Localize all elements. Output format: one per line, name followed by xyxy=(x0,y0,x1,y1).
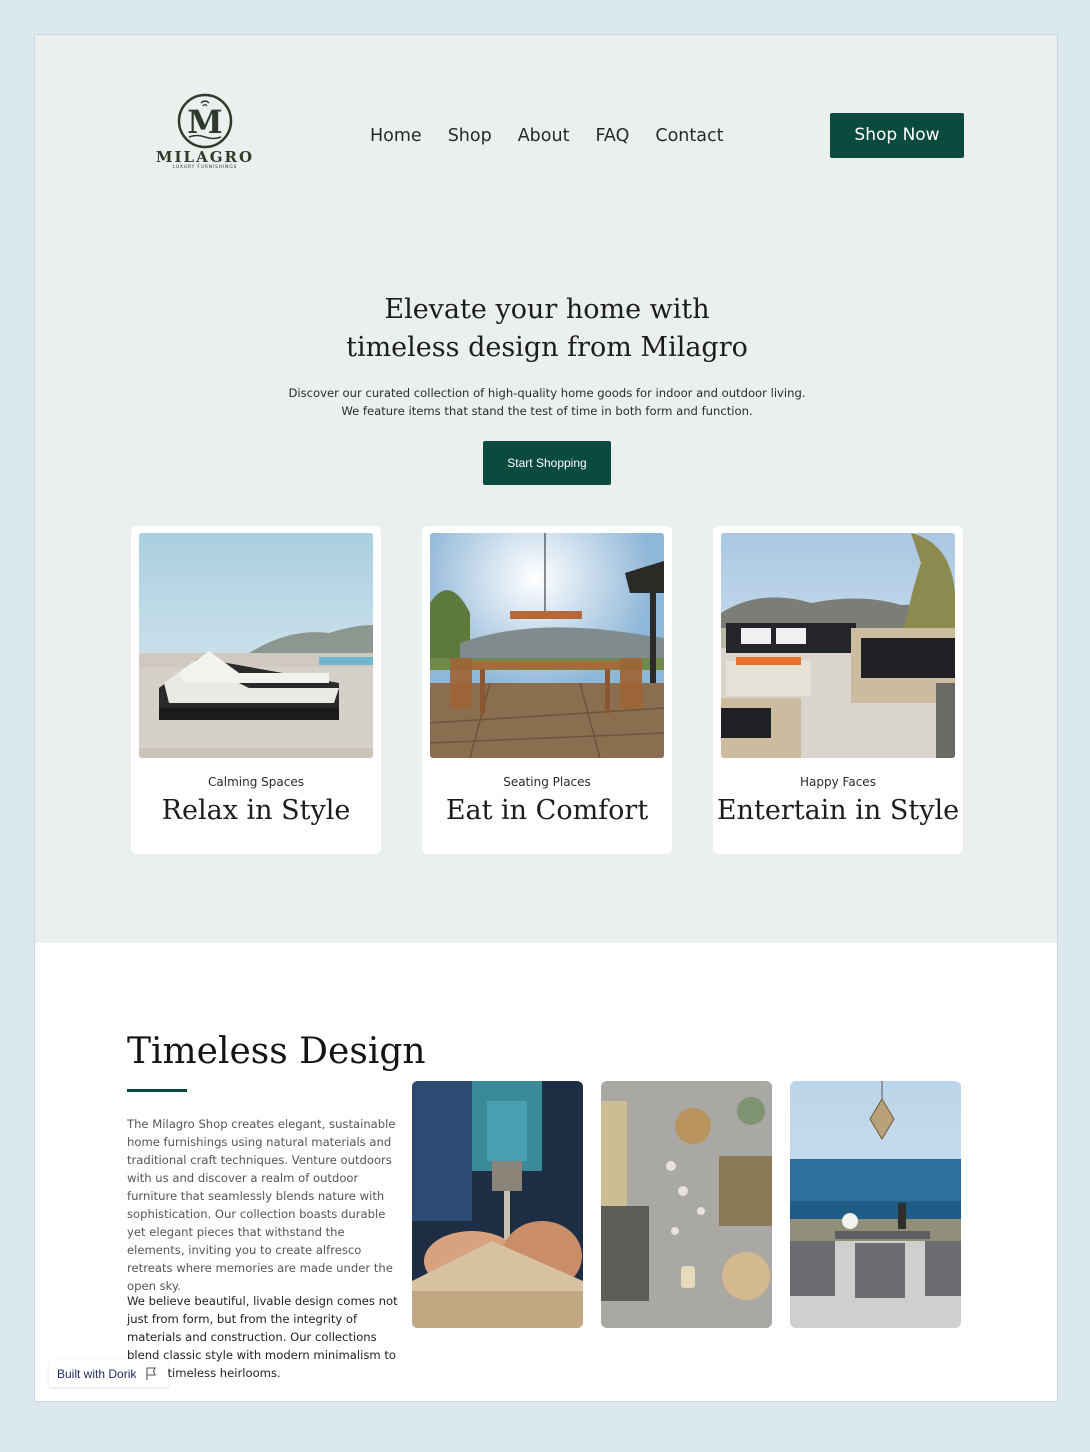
shop-now-button[interactable]: Shop Now xyxy=(830,113,964,158)
hero-subtitle-line2: We feature items that stand the test of … xyxy=(341,404,753,418)
woodworking-drill-photo xyxy=(412,1081,583,1328)
hero-subtitle-line1: Discover our curated collection of high-… xyxy=(288,386,806,400)
nav-about[interactable]: About xyxy=(518,123,570,149)
card-title: Eat in Comfort xyxy=(445,795,649,826)
card-relax[interactable]: Calming Spaces Relax in Style xyxy=(131,526,381,854)
material-samples-image xyxy=(601,1081,772,1328)
hero-section: M MILAGRO LUXURY FURNISHINGS Home Shop A… xyxy=(35,35,1057,943)
nav-contact[interactable]: Contact xyxy=(655,123,723,149)
card-eyebrow: Calming Spaces xyxy=(208,775,304,789)
material-samples-photo xyxy=(601,1081,772,1328)
brand-name: MILAGRO xyxy=(155,148,255,166)
brand-logo[interactable]: M MILAGRO LUXURY FURNISHINGS xyxy=(155,93,255,177)
timeless-paragraph-1: The Milagro Shop creates elegant, sustai… xyxy=(127,1117,396,1293)
card-entertain[interactable]: Happy Faces Entertain in Style xyxy=(713,526,963,854)
built-with-dorik-badge[interactable]: Built with Dorik xyxy=(49,1360,168,1387)
outdoor-dining-image xyxy=(430,533,664,758)
poolside-loungers-photo xyxy=(139,533,373,758)
page-frame: M MILAGRO LUXURY FURNISHINGS Home Shop A… xyxy=(34,34,1058,1402)
badge-text: Built with Dorik xyxy=(57,1366,137,1381)
card-title: Entertain in Style xyxy=(716,795,960,826)
main-nav: Home Shop About FAQ Contact xyxy=(370,123,723,149)
patio-sofa-image xyxy=(721,533,955,758)
start-shopping-button[interactable]: Start Shopping xyxy=(483,441,611,485)
nav-home[interactable]: Home xyxy=(370,123,422,149)
woodworking-drill-image xyxy=(412,1081,583,1328)
ocean-patio-photo xyxy=(790,1081,961,1328)
hero-subtitle: Discover our curated collection of high-… xyxy=(247,384,847,420)
section-divider xyxy=(127,1089,187,1092)
hero-title-line1: Elevate your home with xyxy=(384,294,710,325)
poolside-loungers-image xyxy=(139,533,373,758)
card-eyebrow: Happy Faces xyxy=(800,775,876,789)
nav-faq[interactable]: FAQ xyxy=(595,123,629,149)
logo-emblem-icon: M xyxy=(177,93,233,149)
ocean-patio-image xyxy=(790,1081,961,1328)
nav-shop[interactable]: Shop xyxy=(448,123,492,149)
card-eyebrow: Seating Places xyxy=(503,775,591,789)
card-eat[interactable]: Seating Places Eat in Comfort xyxy=(422,526,672,854)
section-title: Timeless Design xyxy=(127,1031,426,1072)
card-title: Relax in Style xyxy=(161,795,351,826)
hero-title-line2: timeless design from Milagro xyxy=(346,332,748,363)
flag-icon xyxy=(146,1366,157,1380)
hero-title: Elevate your home with timeless design f… xyxy=(247,291,847,367)
outdoor-dining-photo xyxy=(430,533,664,758)
patio-sofa-photo xyxy=(721,533,955,758)
